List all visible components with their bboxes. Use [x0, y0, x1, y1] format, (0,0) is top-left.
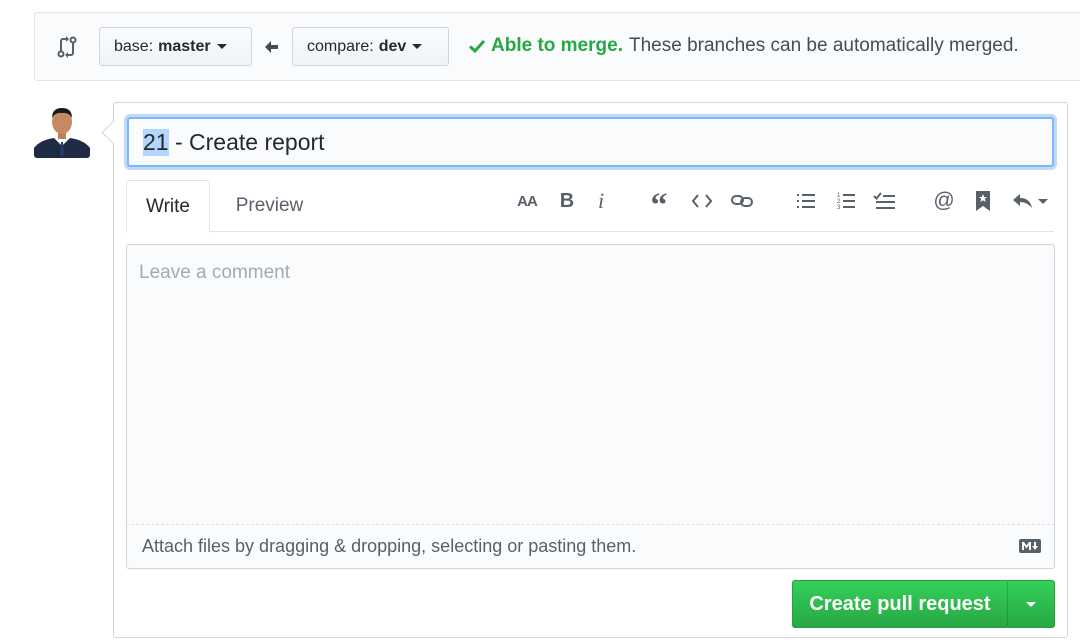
title-selected-text: 21: [143, 128, 169, 156]
check-icon: [468, 39, 486, 54]
task-list-icon[interactable]: [872, 189, 896, 213]
git-compare-icon: [57, 36, 77, 58]
link-icon[interactable]: [730, 189, 754, 213]
create-options-dropdown[interactable]: [1007, 580, 1055, 628]
comment-placeholder: Leave a comment: [139, 262, 291, 283]
compare-branch-name: dev: [378, 37, 407, 55]
base-label: base:: [114, 37, 154, 55]
base-branch-name: master: [158, 37, 211, 55]
mention-icon[interactable]: @: [932, 189, 956, 213]
attach-files-bar[interactable]: Attach files by dragging & dropping, sel…: [126, 524, 1055, 569]
tab-preview[interactable]: Preview: [217, 180, 322, 232]
merge-status-ok: Able to merge.: [491, 35, 623, 56]
title-text: - Create report: [168, 128, 325, 155]
unordered-list-icon[interactable]: [796, 189, 816, 213]
caret-down-icon: [216, 44, 227, 49]
title-input[interactable]: 21 - Create report: [127, 117, 1054, 167]
compare-bar: base: master compare: dev Able to merge.…: [34, 12, 1080, 81]
caret-down-icon: [1038, 198, 1048, 204]
merge-status-desc: These branches can be automatically merg…: [628, 35, 1019, 56]
italic-icon[interactable]: i: [594, 188, 608, 213]
code-icon[interactable]: [691, 189, 713, 213]
avatar-image: [34, 102, 90, 158]
bold-icon[interactable]: B: [558, 189, 576, 213]
ordered-list-icon[interactable]: 123: [836, 189, 856, 213]
svg-text:3: 3: [837, 205, 841, 210]
pull-request-form: 21 - Create report Write Preview AA B i …: [113, 102, 1068, 638]
heading-icon[interactable]: AA: [514, 189, 540, 213]
submit-group: Create pull request: [792, 580, 1055, 628]
arrow-left-icon: [265, 41, 278, 53]
saved-reply-icon[interactable]: [974, 189, 992, 213]
tab-write[interactable]: Write: [126, 180, 210, 233]
quote-icon[interactable]: “: [648, 189, 670, 223]
base-branch-select[interactable]: base: master: [99, 27, 252, 66]
attach-files-text: Attach files by dragging & dropping, sel…: [142, 536, 637, 556]
caret-down-icon: [1026, 601, 1036, 607]
caret-down-icon: [412, 44, 423, 49]
markdown-icon[interactable]: [1019, 539, 1041, 553]
comment-textarea[interactable]: Leave a comment: [126, 244, 1055, 567]
create-pull-request-button[interactable]: Create pull request: [792, 580, 1007, 628]
avatar[interactable]: [34, 102, 90, 158]
reply-icon[interactable]: [1010, 189, 1050, 213]
merge-status: Able to merge. These branches can be aut…: [468, 35, 1019, 57]
compare-label: compare:: [307, 37, 374, 55]
compare-branch-select[interactable]: compare: dev: [292, 27, 449, 66]
